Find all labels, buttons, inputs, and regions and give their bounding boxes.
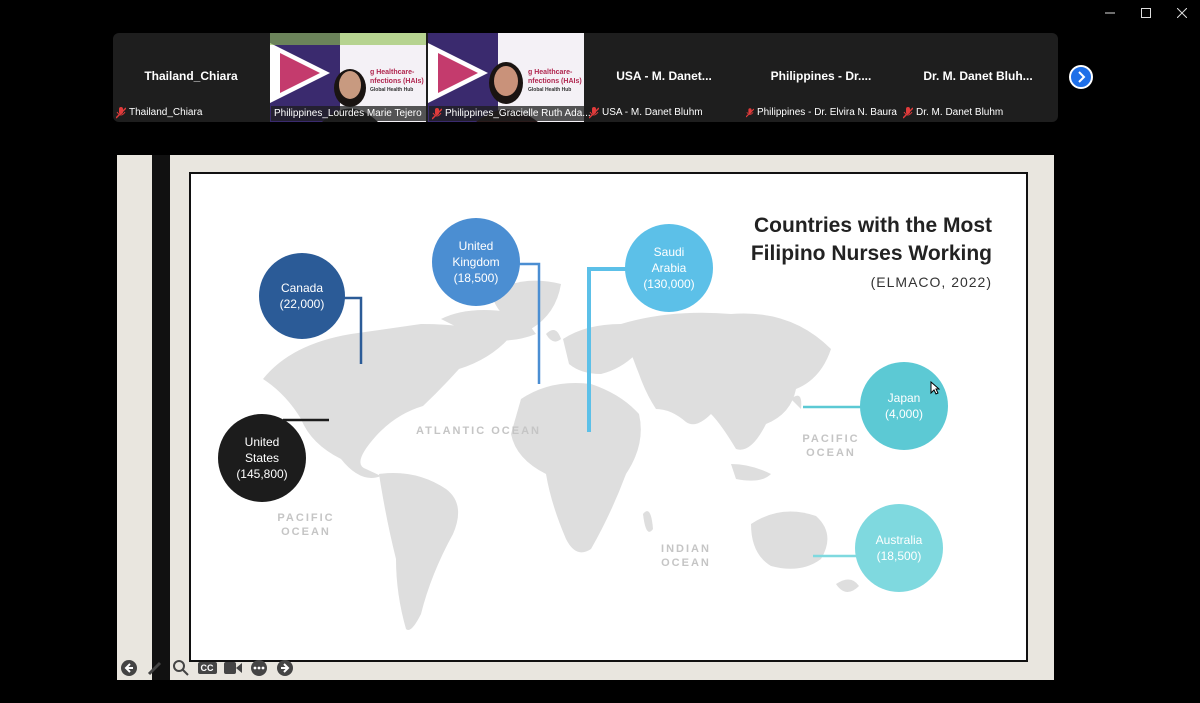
- camera-icon: [224, 662, 242, 674]
- participant-name: Dr. M. Danet Bluh...: [923, 69, 1033, 83]
- share-toolbar: CC: [118, 657, 296, 679]
- participant-label: Thailand_Chiara: [129, 107, 203, 118]
- slide-title: Countries with the Most Filipino Nurses …: [750, 214, 992, 265]
- window-controls: [1092, 0, 1200, 26]
- country-bubble-japan: Japan (4,000): [860, 362, 948, 450]
- close-button[interactable]: [1164, 0, 1200, 26]
- chevron-right-icon: [1078, 71, 1086, 83]
- participant-tile[interactable]: USA - M. Danet... USA - M. Danet Bluhm: [586, 33, 742, 122]
- forward-arrow-icon: [277, 660, 293, 676]
- country-bubble-saudi-arabia: Saudi Arabia (130,000): [625, 224, 713, 312]
- zoom-icon: [173, 660, 189, 676]
- captions-icon: CC: [197, 662, 217, 674]
- participant-label: Dr. M. Danet Bluhm: [916, 107, 1004, 118]
- close-icon: [1177, 8, 1187, 18]
- participant-name: USA - M. Danet...: [616, 69, 712, 83]
- share-top-bar: [117, 123, 1054, 154]
- participant-label: USA - M. Danet Bluhm: [602, 107, 703, 118]
- captions-button[interactable]: CC: [196, 657, 218, 679]
- pen-button[interactable]: [144, 657, 166, 679]
- minimize-button[interactable]: [1092, 0, 1128, 26]
- maximize-button[interactable]: [1128, 0, 1164, 26]
- back-button[interactable]: [118, 657, 140, 679]
- muted-mic-icon: [589, 106, 599, 119]
- muted-mic-icon: [116, 106, 126, 119]
- participant-label: Philippines - Dr. Elvira N. Baura: [756, 107, 897, 118]
- participant-tile[interactable]: Philippines - Dr.... Philippines - Dr. E…: [743, 33, 899, 122]
- participant-tile[interactable]: Thailand_Chiara Thailand_Chiara: [113, 33, 269, 122]
- country-bubble-uk: United Kingdom (18,500): [432, 218, 520, 306]
- presentation-slide: ATLANTIC OCEAN PACIFIC OCEAN PACIFIC OCE…: [189, 172, 1028, 662]
- participant-label: Philippines_Lourdes Marie Tejero: [274, 108, 422, 119]
- participant-label: Philippines_Gracielle Ruth Ada...: [445, 108, 591, 119]
- country-bubble-australia: Australia (18,500): [855, 504, 943, 592]
- minimize-icon: [1105, 12, 1115, 14]
- mouse-cursor-icon: [930, 381, 940, 395]
- country-bubble-united-states: United States (145,800): [218, 414, 306, 502]
- participant-video-tile[interactable]: g Healthcare- nfections (HAIs) Global He…: [270, 33, 426, 122]
- participant-video-tile[interactable]: g Healthcare- nfections (HAIs) Global He…: [428, 33, 595, 122]
- muted-mic-icon: [903, 106, 913, 119]
- pen-icon: [147, 661, 162, 676]
- participant-tile[interactable]: Dr. M. Danet Bluh... Dr. M. Danet Bluhm: [900, 33, 1056, 122]
- camera-button[interactable]: [222, 657, 244, 679]
- share-left-bar: [152, 155, 170, 680]
- more-button[interactable]: [248, 657, 270, 679]
- video-slide-text: g Healthcare- nfections (HAIs) Global He…: [370, 69, 424, 93]
- participant-name: Thailand_Chiara: [144, 69, 238, 83]
- muted-mic-icon: [432, 107, 442, 120]
- participant-name: Philippines - Dr....: [770, 69, 872, 83]
- more-icon: [251, 660, 267, 676]
- video-slide-text: g Healthcare- nfections (HAIs) Global He…: [528, 69, 582, 93]
- participant-strip: Thailand_Chiara Thailand_Chiara g Health…: [113, 33, 1058, 122]
- maximize-icon: [1141, 8, 1151, 18]
- country-bubble-canada: Canada (22,000): [259, 253, 345, 339]
- next-participants-button[interactable]: [1069, 65, 1093, 89]
- zoom-button[interactable]: [170, 657, 192, 679]
- forward-button[interactable]: [274, 657, 296, 679]
- slide-source: (ELMACO, 2022): [870, 274, 992, 290]
- back-arrow-icon: [121, 660, 137, 676]
- muted-mic-icon: [746, 107, 754, 117]
